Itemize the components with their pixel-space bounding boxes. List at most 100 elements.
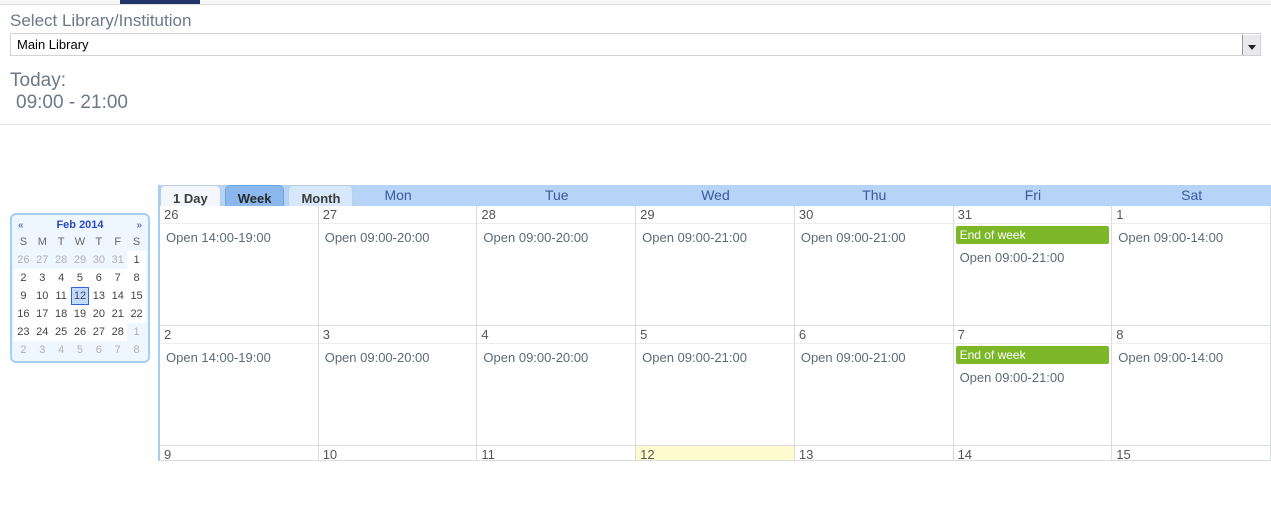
calendar-day-cell[interactable]: 13 (795, 446, 954, 461)
calendar-event-text[interactable]: Open 14:00-19:00 (160, 350, 318, 365)
chevron-down-icon (1248, 38, 1256, 53)
calendar-day-number: 10 (319, 446, 477, 461)
calendar-event-text[interactable]: Open 09:00-20:00 (477, 350, 635, 365)
mini-cal-day[interactable]: 4 (52, 341, 71, 359)
calendar-day-cell[interactable]: 2Open 14:00-19:00 (160, 326, 319, 446)
mini-cal-day[interactable]: 12 (71, 287, 90, 305)
calendar-day-number: 3 (319, 326, 477, 344)
mini-calendar-grid: SMTWTFS262728293031123456789101112131415… (14, 233, 146, 359)
mini-cal-day[interactable]: 8 (127, 269, 146, 287)
mini-cal-day[interactable]: 16 (14, 305, 33, 323)
mini-cal-day[interactable]: 19 (71, 305, 90, 323)
mini-cal-day[interactable]: 13 (89, 287, 108, 305)
calendar-day-cell[interactable]: 28Open 09:00-20:00 (477, 206, 636, 326)
mini-cal-next[interactable]: » (134, 220, 144, 231)
calendar-event-badge[interactable]: End of week (956, 346, 1110, 364)
mini-cal-day[interactable]: 11 (52, 287, 71, 305)
calendar-day-header: Tue (477, 185, 636, 206)
mini-cal-day[interactable]: 18 (52, 305, 71, 323)
calendar-day-cell[interactable]: 15 (1112, 446, 1271, 461)
calendar-event-text[interactable]: Open 09:00-21:00 (795, 350, 953, 365)
calendar-day-cell[interactable]: 3 Open 09:00-20:00 (319, 326, 478, 446)
mini-cal-prev[interactable]: « (16, 220, 26, 231)
select-library-label: Select Library/Institution (10, 11, 1261, 31)
mini-cal-day[interactable]: 20 (89, 305, 108, 323)
calendar-event-text[interactable]: Open 09:00-21:00 (636, 230, 794, 245)
mini-cal-day[interactable]: 31 (108, 251, 127, 269)
calendar-day-cell[interactable]: 11 (477, 446, 636, 461)
mini-cal-day[interactable]: 27 (33, 251, 52, 269)
mini-cal-day[interactable]: 26 (71, 323, 90, 341)
mini-cal-day[interactable]: 21 (108, 305, 127, 323)
calendar-event-text[interactable]: Open 09:00-21:00 (954, 250, 1112, 265)
mini-cal-day[interactable]: 28 (52, 251, 71, 269)
calendar-event-text[interactable]: Open 09:00-14:00 (1112, 230, 1270, 245)
mini-cal-day[interactable]: 30 (89, 251, 108, 269)
mini-cal-day[interactable]: 5 (71, 269, 90, 287)
calendar-day-cell[interactable]: 10 (319, 446, 478, 461)
calendar-event-text[interactable]: Open 09:00-20:00 (319, 350, 477, 365)
calendar-event-badge[interactable]: End of week (956, 226, 1110, 244)
mini-cal-day[interactable]: 6 (89, 269, 108, 287)
mini-cal-day[interactable]: 24 (33, 323, 52, 341)
mini-cal-dow: M (33, 233, 52, 251)
mini-cal-day[interactable]: 25 (52, 323, 71, 341)
calendar-event-text[interactable]: Open 09:00-21:00 (636, 350, 794, 365)
mini-cal-day[interactable]: 26 (14, 251, 33, 269)
calendar-day-cell[interactable]: 5 Open 09:00-21:00 (636, 326, 795, 446)
library-select-dropdown-button[interactable] (1242, 34, 1260, 55)
calendar-day-number: 5 (636, 326, 794, 344)
calendar-week-row: 26Open 14:00-19:0027Open 09:00-20:0028Op… (160, 206, 1271, 326)
mini-cal-day[interactable]: 7 (108, 341, 127, 359)
calendar-event-text[interactable]: Open 09:00-20:00 (477, 230, 635, 245)
calendar-day-cell[interactable]: 29Open 09:00-21:00 (636, 206, 795, 326)
mini-cal-day[interactable]: 29 (71, 251, 90, 269)
calendar-event-text[interactable]: Open 09:00-20:00 (319, 230, 477, 245)
calendar-day-cell[interactable]: 27Open 09:00-20:00 (319, 206, 478, 326)
top-nav-stub (0, 0, 1271, 5)
mini-cal-dow: S (127, 233, 146, 251)
mini-cal-day[interactable]: 1 (127, 251, 146, 269)
mini-cal-day[interactable]: 10 (33, 287, 52, 305)
mini-cal-day[interactable]: 14 (108, 287, 127, 305)
mini-cal-day[interactable]: 23 (14, 323, 33, 341)
calendar-day-cell[interactable]: 6 Open 09:00-21:00 (795, 326, 954, 446)
mini-cal-day[interactable]: 5 (71, 341, 90, 359)
calendar-day-cell[interactable]: 4Open 09:00-20:00 (477, 326, 636, 446)
calendar-week-row: 9101112131415 (160, 446, 1271, 461)
calendar-day-cell[interactable]: 30Open 09:00-21:00 (795, 206, 954, 326)
mini-cal-day[interactable]: 1 (127, 323, 146, 341)
calendar-day-cell[interactable]: 9 (160, 446, 319, 461)
calendar-day-cell[interactable]: 12 (636, 446, 795, 461)
calendar-day-cell[interactable]: 26Open 14:00-19:00 (160, 206, 319, 326)
mini-cal-day[interactable]: 2 (14, 341, 33, 359)
library-select-input[interactable] (11, 34, 1242, 55)
calendar-day-cell[interactable]: 14 (954, 446, 1113, 461)
mini-cal-day[interactable]: 28 (108, 323, 127, 341)
calendar-event-text[interactable]: Open 14:00-19:00 (160, 230, 318, 245)
mini-cal-day[interactable]: 27 (89, 323, 108, 341)
mini-cal-day[interactable]: 4 (52, 269, 71, 287)
calendar-day-number: 1 (1112, 206, 1270, 224)
mini-cal-day[interactable]: 22 (127, 305, 146, 323)
mini-cal-day[interactable]: 3 (33, 341, 52, 359)
calendar-event-text[interactable]: Open 09:00-21:00 (795, 230, 953, 245)
mini-cal-dow: T (52, 233, 71, 251)
mini-cal-day[interactable]: 7 (108, 269, 127, 287)
mini-cal-day[interactable]: 15 (127, 287, 146, 305)
today-label: Today: (10, 70, 66, 91)
library-select[interactable] (10, 33, 1261, 56)
calendar-day-number: 6 (795, 326, 953, 344)
calendar-day-cell[interactable]: 31End of weekOpen 09:00-21:00 (954, 206, 1113, 326)
calendar-day-cell[interactable]: 7End of weekOpen 09:00-21:00 (954, 326, 1113, 446)
calendar-event-text[interactable]: Open 09:00-14:00 (1112, 350, 1270, 365)
mini-cal-day[interactable]: 17 (33, 305, 52, 323)
mini-cal-day[interactable]: 2 (14, 269, 33, 287)
mini-cal-day[interactable]: 9 (14, 287, 33, 305)
mini-cal-day[interactable]: 6 (89, 341, 108, 359)
calendar-event-text[interactable]: Open 09:00-21:00 (954, 370, 1112, 385)
mini-cal-day[interactable]: 3 (33, 269, 52, 287)
calendar-day-cell[interactable]: 8Open 09:00-14:00 (1112, 326, 1271, 446)
mini-cal-day[interactable]: 8 (127, 341, 146, 359)
calendar-day-cell[interactable]: 1 Open 09:00-14:00 (1112, 206, 1271, 326)
